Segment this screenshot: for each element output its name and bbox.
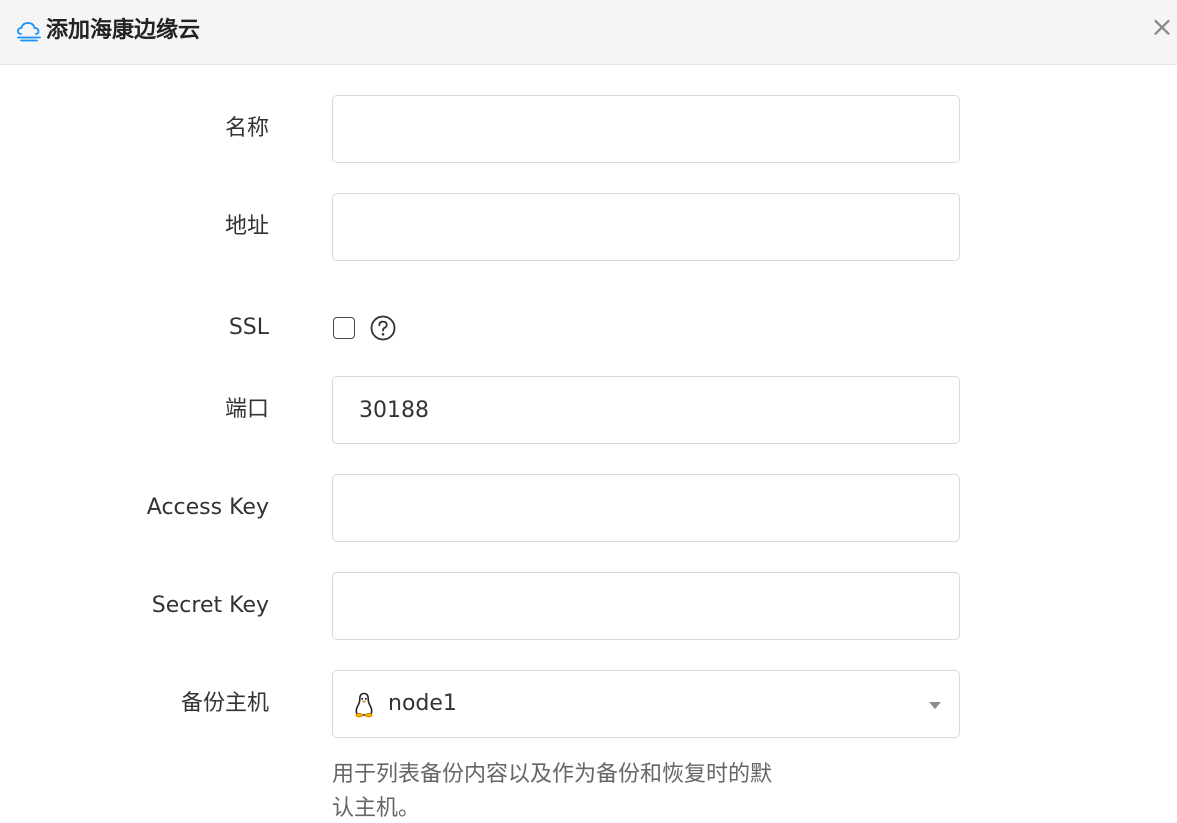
- ssl-label: SSL: [228, 315, 269, 340]
- question-circle-icon[interactable]: [369, 314, 397, 342]
- backup-host-value: node1: [388, 691, 457, 716]
- port-label: 端口: [224, 397, 269, 422]
- ssl-checkbox[interactable]: [333, 317, 355, 339]
- add-hikvision-edge-cloud-dialog: 添加海康边缘云 × 名称 地址 SSL 端口 Access Key Secret…: [0, 0, 1177, 823]
- address-label: 地址: [224, 214, 269, 239]
- name-label: 名称: [224, 116, 269, 141]
- port-input[interactable]: [332, 376, 960, 444]
- secret-key-input[interactable]: [332, 572, 960, 640]
- cloud-icon: [17, 22, 41, 42]
- backup-host-label: 备份主机: [180, 691, 269, 716]
- name-input[interactable]: [332, 95, 960, 163]
- chevron-down-icon: [929, 702, 941, 709]
- backup-host-help-text: 用于列表备份内容以及作为备份和恢复时的默认主机。: [332, 762, 773, 821]
- access-key-input[interactable]: [332, 474, 960, 542]
- close-button[interactable]: ×: [1150, 12, 1174, 42]
- backup-host-select[interactable]: node1: [332, 670, 960, 738]
- dialog-title: 添加海康边缘云: [46, 18, 201, 43]
- access-key-label: Access Key: [146, 495, 269, 520]
- secret-key-label: Secret Key: [151, 593, 269, 618]
- dialog-header: 添加海康边缘云 ×: [0, 0, 1177, 65]
- address-input[interactable]: [332, 193, 960, 261]
- linux-icon: [355, 692, 373, 718]
